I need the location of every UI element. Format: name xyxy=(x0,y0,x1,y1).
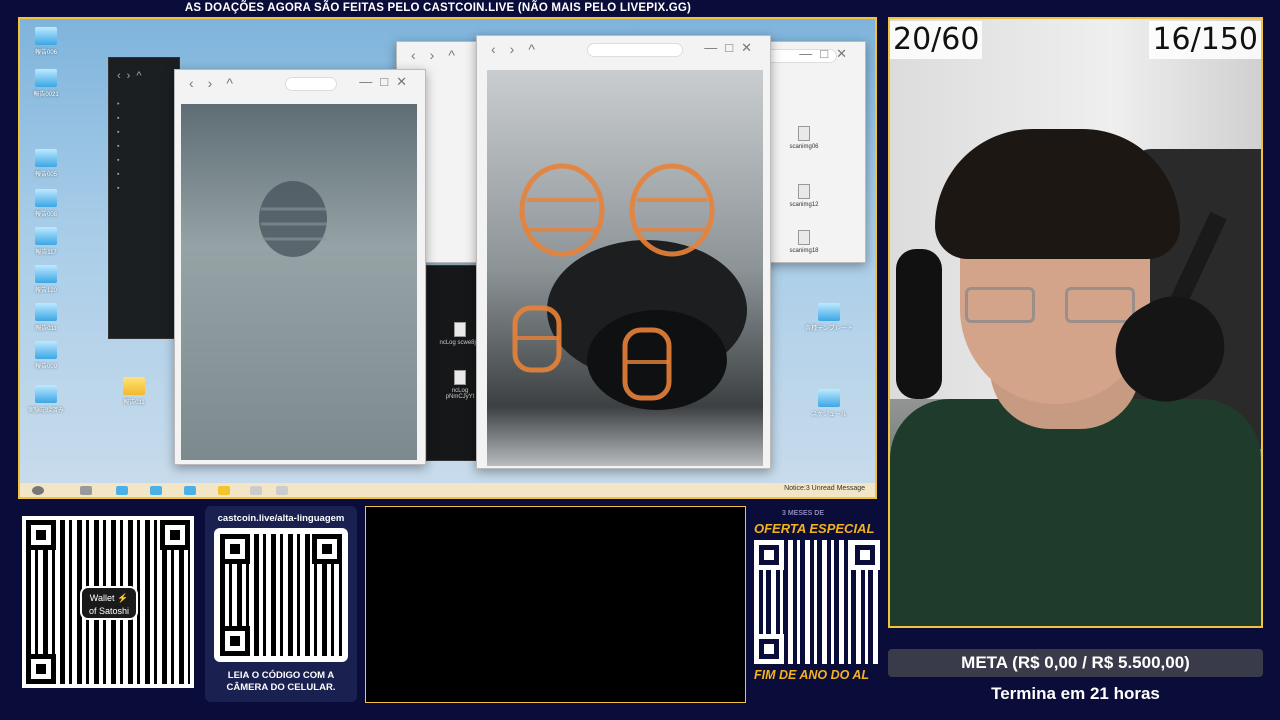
start-icon[interactable] xyxy=(32,486,44,495)
desktop-icon[interactable]: 報告011 xyxy=(26,303,66,332)
wallet-qr-code[interactable]: Wallet ⚡ of Satoshi xyxy=(22,516,194,688)
notice-text[interactable]: Notice:3 Unread Message xyxy=(784,485,865,492)
goal-ends-text: Termina em 21 horas xyxy=(991,684,1160,703)
donation-banner: AS DOAÇÕES AGORA SÃO FEITAS PELO CASTCOI… xyxy=(184,2,692,14)
goal-bar: META (R$ 0,00 / R$ 5.500,00) xyxy=(888,649,1263,677)
offer-title: OFERTA ESPECIAL xyxy=(754,521,875,536)
desktop-icon[interactable]: 報告005 xyxy=(26,149,66,178)
desktop-icon[interactable]: 報告120 xyxy=(26,265,66,294)
offer-top-text: 3 MESES DE xyxy=(782,510,825,517)
folder-icon[interactable]: 報告011 xyxy=(114,377,154,406)
bolt-icon: ⚡ xyxy=(116,593,129,603)
file-icon[interactable]: scanimg18 xyxy=(781,230,827,254)
desktop-icon[interactable]: 報告117 xyxy=(26,227,66,256)
desktop-icon[interactable]: 報告0021 xyxy=(26,69,66,98)
game-taskbar: Notice:3 Unread Message xyxy=(20,483,875,497)
image-viewer-window[interactable]: ‹›^ —□✕ xyxy=(174,69,426,465)
footprint-image xyxy=(181,104,417,460)
desktop-icon[interactable]: 報告006 xyxy=(26,27,66,56)
desktop-icon[interactable]: 報告009 xyxy=(26,341,66,370)
desktop-icon[interactable]: 各種テンプレート xyxy=(804,303,854,332)
desktop-icon[interactable]: 実験記録済み xyxy=(26,385,66,414)
game-capture: 報告006 報告0021 報告005 報告008 報告117 報告120 報告0… xyxy=(18,17,877,499)
folder-icon[interactable] xyxy=(218,486,230,495)
app-icon[interactable] xyxy=(80,486,92,495)
offer-qr-code[interactable] xyxy=(752,538,882,666)
castcoin-url[interactable]: castcoin.live/alta-linguagem xyxy=(205,513,357,524)
counter-left: 20/60 xyxy=(890,21,983,59)
image-viewer-window[interactable]: ‹›^ —□✕ xyxy=(476,35,771,469)
dark-sidebar-window[interactable]: ‹›^ • ▪ ▪ ▪ ▪ ▪ ▪ xyxy=(108,57,180,339)
desktop-icon[interactable]: スケジュール xyxy=(804,389,854,418)
webcam-feed: 20/60 16/150 xyxy=(888,17,1263,628)
alert-area xyxy=(365,506,746,703)
app-icon[interactable] xyxy=(184,486,196,495)
counter-right: 16/150 xyxy=(1149,21,1261,59)
app-icon[interactable] xyxy=(276,486,288,495)
wallet-of-satoshi-logo: Wallet ⚡ of Satoshi xyxy=(80,586,138,620)
offer-panel: 3 MESES DE OFERTA ESPECIAL FIM DE ANO DO… xyxy=(752,506,882,692)
desktop-icon[interactable]: 報告008 xyxy=(26,189,66,218)
file-icon[interactable]: scanimg12 xyxy=(781,184,827,208)
shoe-image xyxy=(487,70,763,466)
offer-bottom-text: FIM DE ANO DO AL xyxy=(754,668,870,682)
castcoin-panel: castcoin.live/alta-linguagem LEIA O CÓDI… xyxy=(205,506,357,702)
castcoin-hint: LEIA O CÓDIGO COM A CÂMERA DO CELULAR. xyxy=(226,670,336,693)
file-icon[interactable]: scanimg06 xyxy=(781,126,827,150)
app-icon[interactable] xyxy=(150,486,162,495)
app-icon[interactable] xyxy=(116,486,128,495)
app-icon[interactable] xyxy=(250,486,262,495)
castcoin-qr-code[interactable] xyxy=(214,528,348,662)
